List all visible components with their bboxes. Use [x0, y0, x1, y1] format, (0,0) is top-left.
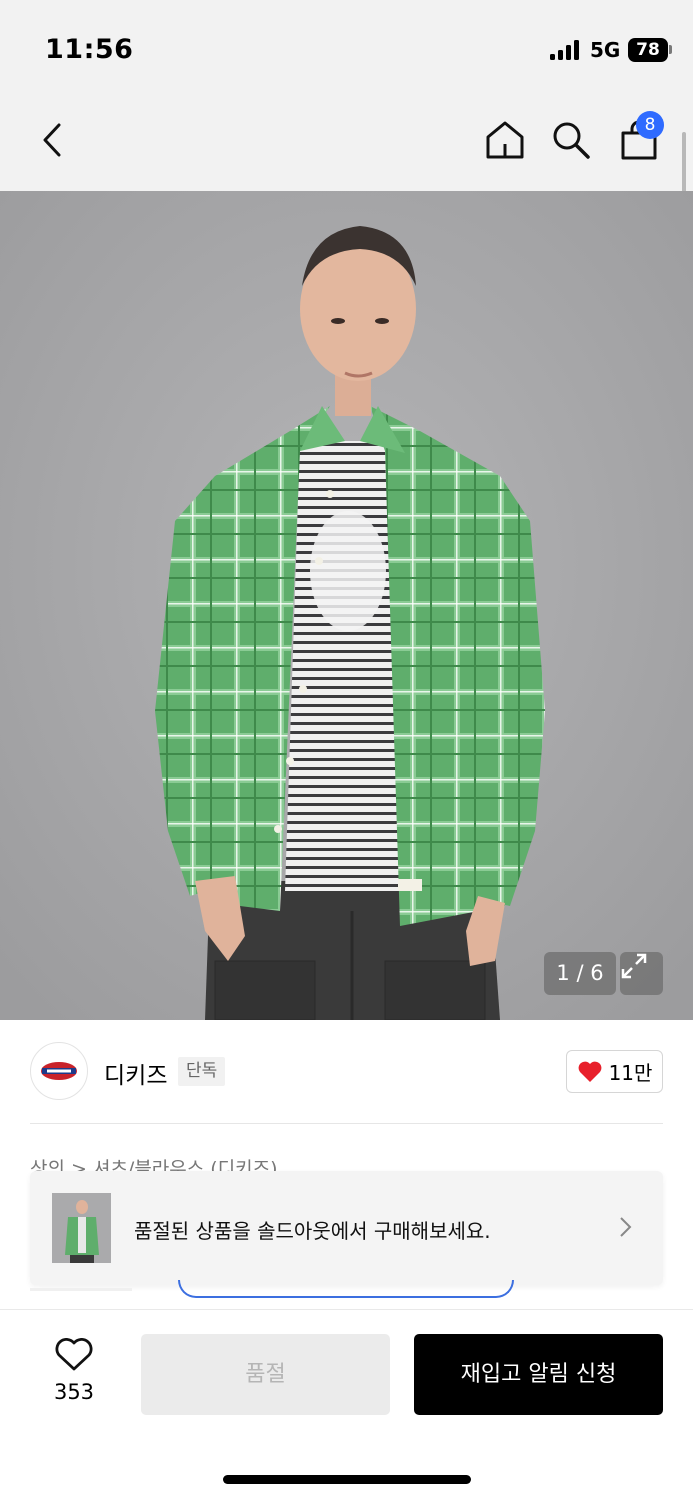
- breadcrumb[interactable]: 상의 > 셔츠/블라우스 (디키즈): [30, 1154, 278, 1172]
- cart-button[interactable]: 8: [616, 111, 664, 163]
- divider: [30, 1123, 663, 1124]
- heart-outline-icon: [55, 1338, 93, 1371]
- home-indicator[interactable]: [223, 1475, 471, 1484]
- image-pager: 1 / 6: [544, 952, 616, 995]
- product-photo: [0, 191, 693, 1020]
- banner-text: 품절된 상품을 솔드아웃에서 구매해보세요.: [134, 1219, 491, 1243]
- chevron-right-icon: [620, 1217, 632, 1237]
- expand-image-button[interactable]: [620, 952, 663, 995]
- battery-icon: 78: [628, 38, 668, 62]
- wishlist-button[interactable]: 353: [42, 1334, 106, 1414]
- dickies-logo-icon: [41, 1062, 77, 1080]
- heart-filled-icon: [578, 1061, 601, 1082]
- soldout-button: 품절: [141, 1334, 390, 1415]
- restock-alert-button[interactable]: 재입고 알림 신청: [414, 1334, 663, 1415]
- back-arrow-icon: [43, 123, 61, 157]
- hidden-edge: [30, 1288, 132, 1291]
- brand-like-button[interactable]: 11만: [566, 1050, 663, 1093]
- search-button[interactable]: [548, 117, 594, 163]
- status-time: 11:56: [45, 34, 134, 65]
- search-icon: [553, 122, 590, 159]
- product-image[interactable]: 1 / 6: [0, 191, 693, 1020]
- exclusive-tag: 단독: [178, 1057, 226, 1086]
- soldout-banner[interactable]: 품절된 상품을 솔드아웃에서 구매해보세요.: [30, 1171, 663, 1285]
- banner-thumbnail: [52, 1193, 111, 1263]
- hidden-button-edge: [178, 1280, 514, 1298]
- back-button[interactable]: [30, 117, 76, 163]
- signal-icon: [550, 40, 582, 60]
- top-nav: 8: [0, 96, 693, 191]
- wishlist-count: 353: [53, 1380, 95, 1404]
- expand-icon: [621, 953, 647, 979]
- home-icon: [486, 121, 524, 159]
- brand-like-count: 11만: [608, 1061, 653, 1085]
- battery-tip: [669, 45, 672, 54]
- network-label: 5G: [590, 38, 621, 62]
- home-button[interactable]: [482, 117, 528, 163]
- brand-logo[interactable]: [30, 1042, 88, 1100]
- brand-name[interactable]: 디키즈: [104, 1056, 167, 1090]
- status-bar: 11:56 5G 78: [0, 0, 693, 96]
- cart-count-badge: 8: [636, 111, 664, 139]
